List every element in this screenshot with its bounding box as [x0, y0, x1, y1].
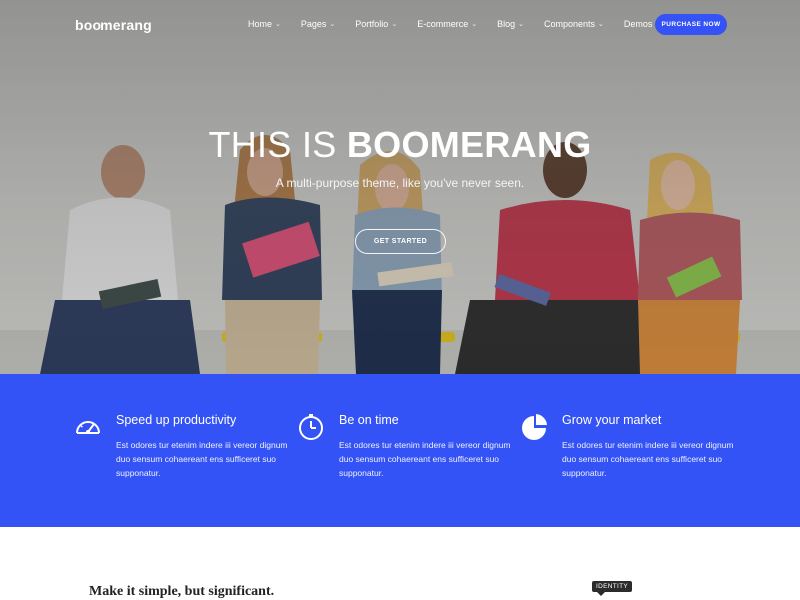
nav-item-home[interactable]: Home ⌄: [248, 19, 281, 29]
feature-title: Be on time: [339, 413, 399, 427]
hero-title-bold: BOOMERANG: [346, 124, 592, 165]
identity-tooltip: IDENTITY: [592, 581, 633, 596]
nav-item-pages[interactable]: Pages ⌄: [301, 19, 335, 29]
feature-text: Est odores tur etenim indere iii vereor …: [116, 440, 288, 478]
main-nav: Home ⌄ Pages ⌄ Portfolio ⌄ E-commerce ⌄ Blog…: [248, 19, 672, 29]
feature-text: Est odores tur etenim indere iii vereor …: [339, 440, 511, 478]
nav-item-portfolio[interactable]: Portfolio ⌄: [355, 19, 397, 29]
chevron-down-icon: ⌄: [518, 21, 524, 28]
hero-title-light: THIS IS: [208, 124, 347, 165]
logo-text-end: merang: [100, 17, 152, 33]
hero-subtitle: A multi-purpose theme, like you've never…: [275, 176, 525, 190]
nav-label: Portfolio: [355, 19, 389, 29]
nav-label: E-commerce: [417, 19, 469, 29]
get-started-button[interactable]: GET STARTED: [355, 229, 446, 254]
nav-label: Home: [248, 19, 273, 29]
nav-label: Blog: [497, 19, 516, 29]
feature-title: Speed up productivity: [116, 413, 237, 427]
feature-text: Est odores tur etenim indere iii vereor …: [562, 440, 734, 478]
chevron-down-icon: ⌄: [471, 21, 478, 28]
nav-item-ecommerce[interactable]: E-commerce ⌄: [417, 19, 477, 29]
nav-item-demos[interactable]: Demos: [624, 19, 653, 29]
logo-text-start: bo: [75, 17, 93, 33]
hero-title: THIS IS BOOMERANG: [0, 124, 800, 166]
nav-label: Demos: [623, 19, 653, 29]
features-section: Speed up productivity Est odores tur ete…: [0, 374, 800, 527]
chevron-down-icon: ⌄: [275, 21, 281, 28]
nav-label: Pages: [300, 19, 327, 29]
speedometer-icon: [76, 421, 100, 434]
feature-title: Grow your market: [562, 413, 662, 427]
purchase-now-button[interactable]: PURCHASE NOW: [655, 14, 727, 35]
chevron-down-icon: ⌄: [598, 21, 604, 28]
clock-icon: [299, 414, 323, 440]
nav-item-blog[interactable]: Blog ⌄: [497, 19, 524, 29]
chevron-down-icon: ⌄: [391, 21, 398, 28]
hero-section: boomerang Home ⌄ Pages ⌄ Portfolio ⌄ E-comm…: [0, 0, 800, 374]
nav-item-components[interactable]: Components ⌄: [544, 19, 604, 29]
logo-text-mid: o: [92, 17, 102, 33]
chevron-down-icon: ⌄: [329, 21, 336, 28]
pie-chart-icon: [522, 414, 547, 440]
nav-label: Components: [543, 19, 596, 29]
brand-logo[interactable]: boomerang: [75, 17, 152, 33]
section-tagline: Make it simple, but significant.: [89, 584, 275, 599]
